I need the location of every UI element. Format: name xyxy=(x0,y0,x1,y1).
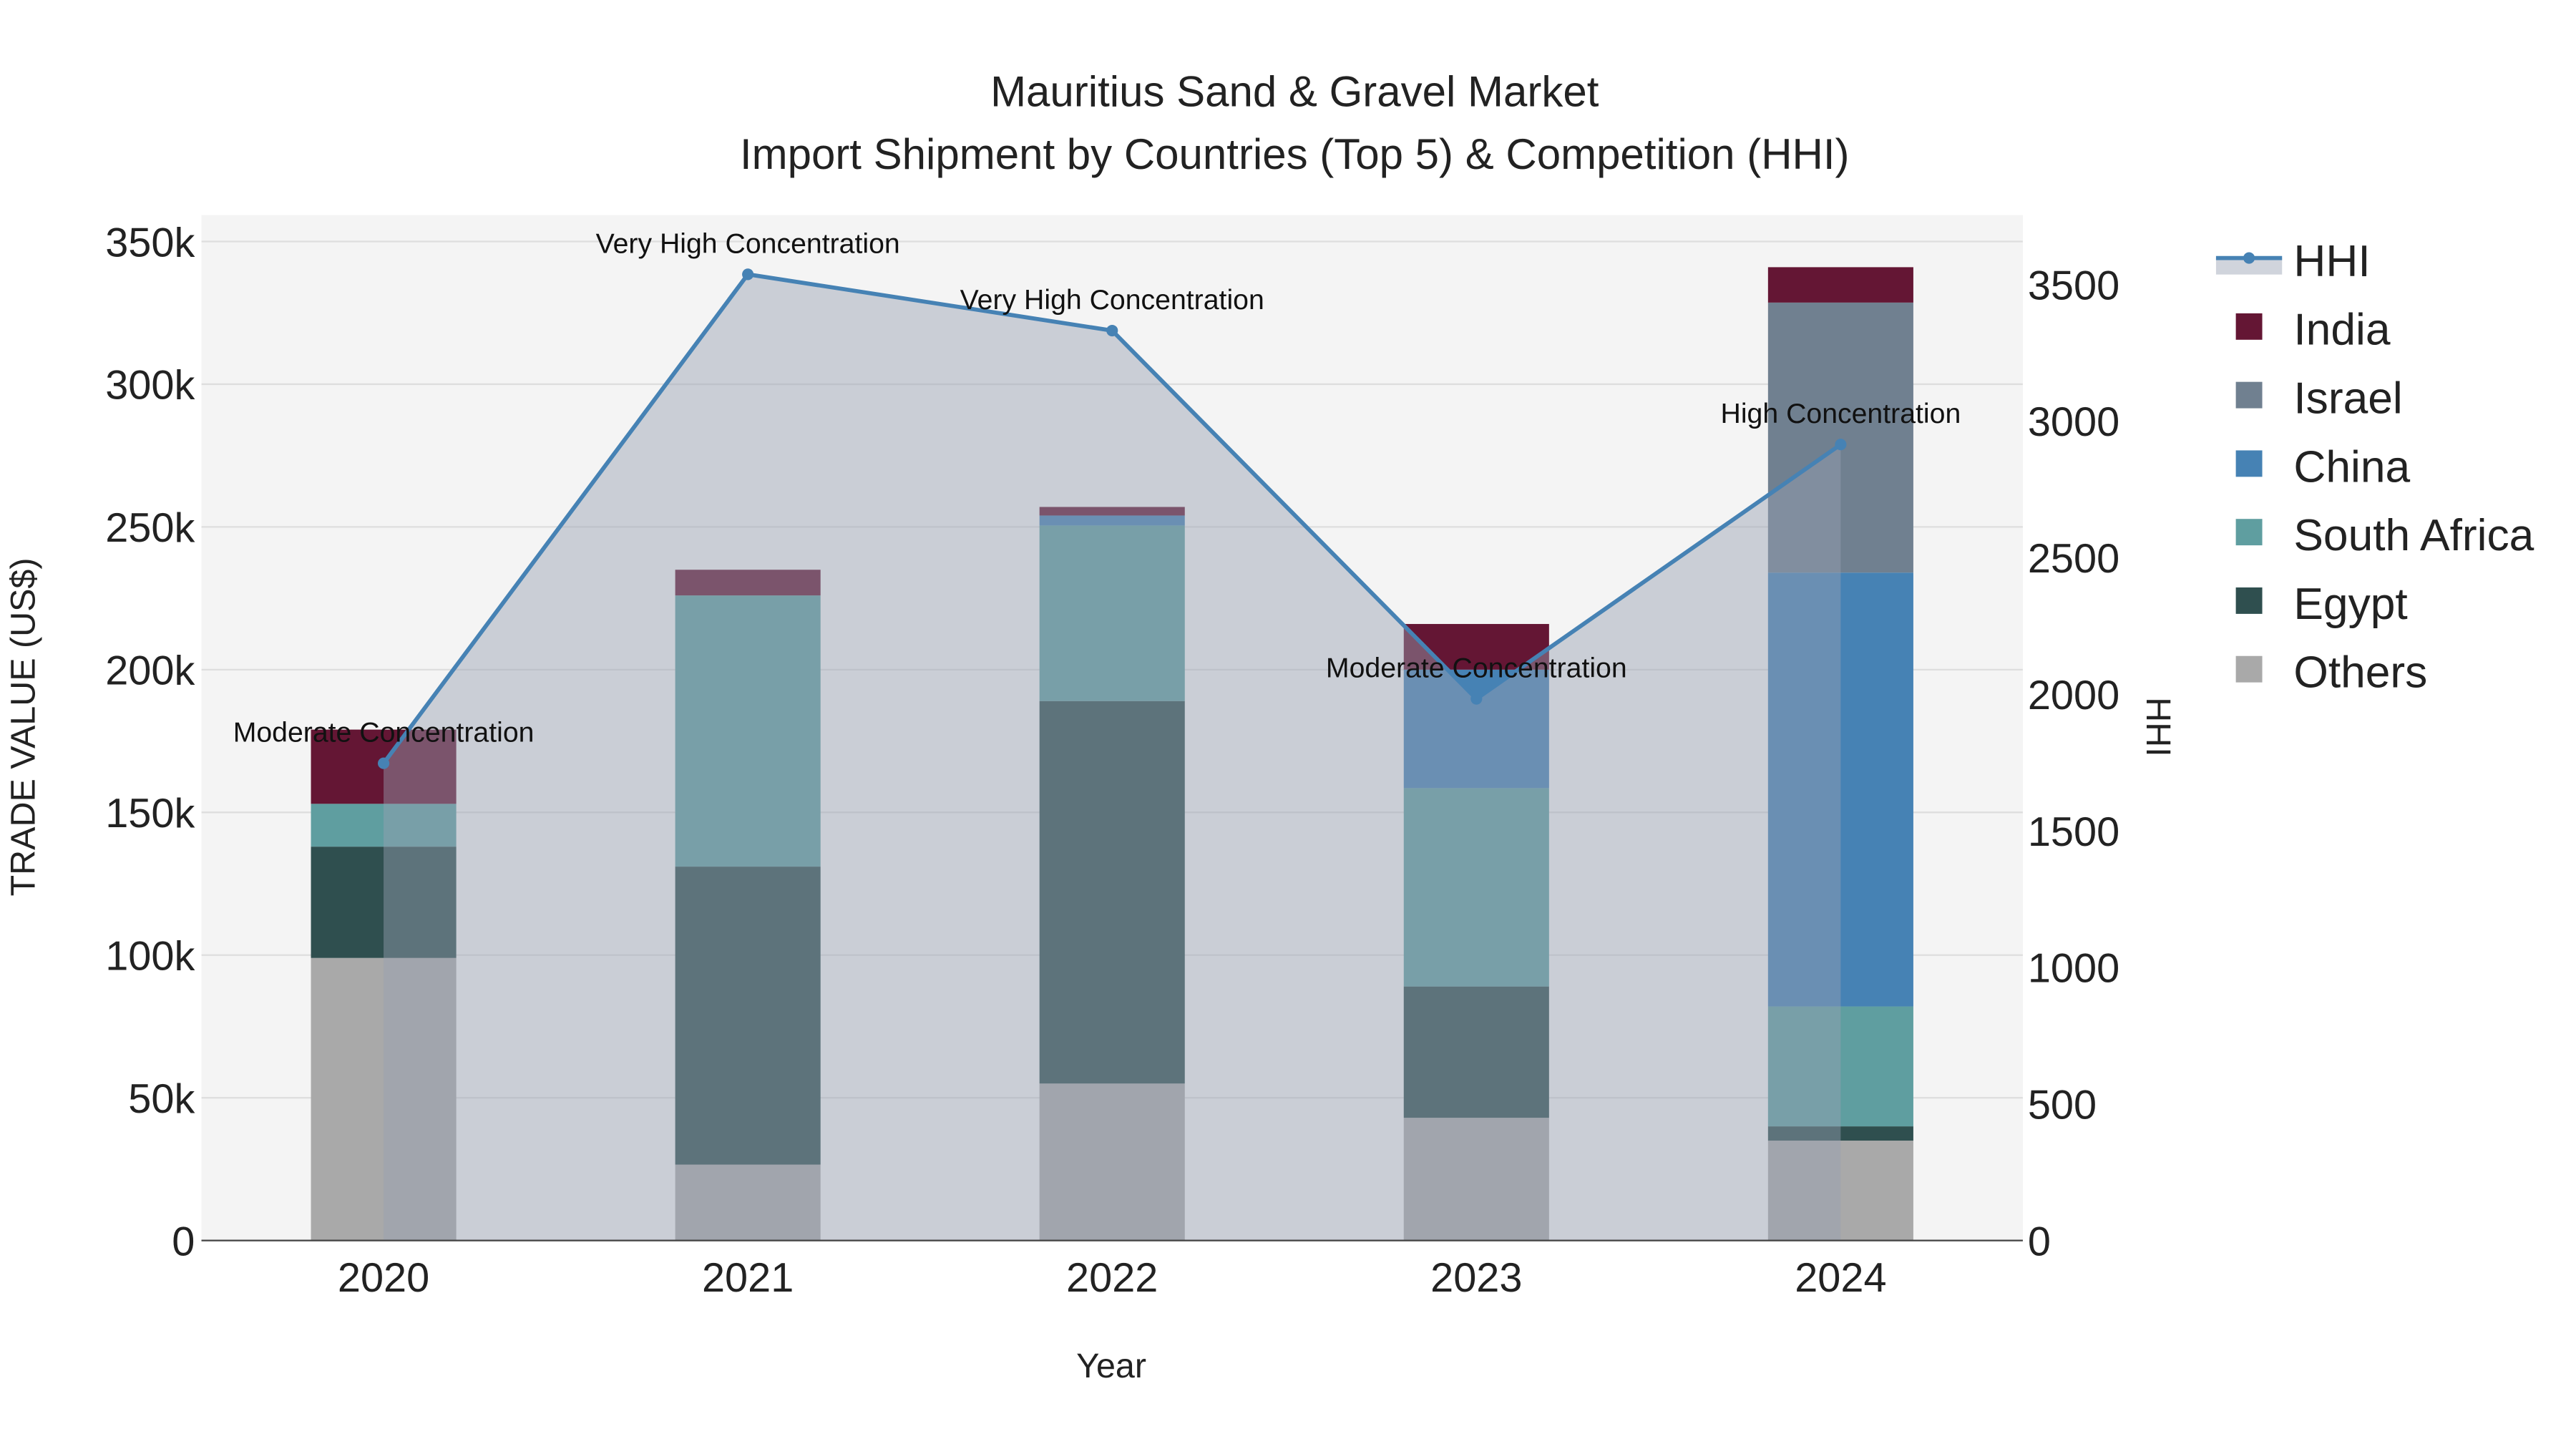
legend-label: India xyxy=(2293,306,2390,355)
y-tick-label: 200k xyxy=(105,648,195,694)
chart-title: Mauritius Sand & Gravel Market xyxy=(990,67,1599,115)
hhi-point xyxy=(1106,324,1118,337)
hhi-annotation: Moderate Concentration xyxy=(1326,653,1627,684)
hhi-point xyxy=(742,268,754,280)
legend-swatch xyxy=(2235,519,2263,546)
legend-swatch xyxy=(2235,587,2263,614)
y2-tick-label: 3500 xyxy=(2028,263,2119,308)
legend-label: China xyxy=(2293,442,2410,492)
legend-item-others[interactable]: Others xyxy=(2235,648,2428,698)
hhi-point xyxy=(1470,693,1483,705)
x-axis-title: Year xyxy=(1076,1347,1146,1385)
legend-swatch xyxy=(2235,655,2263,683)
hhi-annotation: Moderate Concentration xyxy=(233,717,535,748)
legend-swatch xyxy=(2235,313,2263,340)
y-axis-ticks: 0 50k 100k 150k 200k 250k 300k 350k xyxy=(105,220,195,1264)
y-tick-label: 50k xyxy=(128,1076,195,1122)
y2-tick-label: 0 xyxy=(2028,1219,2051,1264)
y2-tick-label: 1500 xyxy=(2028,809,2119,855)
legend-label: Egypt xyxy=(2293,580,2407,629)
legend-marker-icon xyxy=(2243,252,2255,264)
hhi-point xyxy=(378,757,390,769)
legend-label: South Africa xyxy=(2293,511,2534,560)
x-axis-ticks: 2020 2021 2022 2023 2024 xyxy=(338,1255,1887,1301)
y2-tick-label: 3000 xyxy=(2028,399,2119,445)
y-tick-label: 350k xyxy=(105,220,195,265)
y2-tick-label: 1000 xyxy=(2028,946,2119,992)
y-tick-label: 300k xyxy=(105,363,195,409)
y2-axis-title: HHI xyxy=(2139,697,2177,756)
legend-item-egypt[interactable]: Egypt xyxy=(2235,580,2408,629)
y-axis-title: TRADE VALUE (US$) xyxy=(4,557,42,896)
legend-item-china[interactable]: China xyxy=(2235,442,2411,492)
hhi-point xyxy=(1835,439,1847,451)
legend-item-israel[interactable]: Israel xyxy=(2235,374,2403,424)
legend-item-hhi[interactable]: HHI xyxy=(2215,237,2371,286)
legend-item-south-africa[interactable]: South Africa xyxy=(2235,511,2534,560)
y-tick-label: 100k xyxy=(105,934,195,980)
hhi-annotation: Very High Concentration xyxy=(596,228,900,259)
legend-swatch xyxy=(2235,450,2263,477)
chart-subtitle: Import Shipment by Countries (Top 5) & C… xyxy=(740,130,1850,178)
y-tick-label: 250k xyxy=(105,505,195,551)
chart: Moderate Concentration Very High Concentr… xyxy=(4,67,2534,1385)
y2-tick-label: 500 xyxy=(2028,1083,2097,1128)
x-tick-label: 2022 xyxy=(1066,1255,1158,1301)
x-tick-label: 2024 xyxy=(1795,1255,1886,1301)
bar-india xyxy=(1767,267,1913,303)
legend: HHI India Israel China South Africa Egypt Othe… xyxy=(2215,237,2534,698)
legend-label: Israel xyxy=(2293,374,2402,424)
y-tick-label: 0 xyxy=(172,1219,195,1264)
y-tick-label: 150k xyxy=(105,791,195,836)
legend-item-india[interactable]: India xyxy=(2235,306,2391,355)
y2-tick-label: 2000 xyxy=(2028,673,2119,718)
legend-label: HHI xyxy=(2293,237,2370,286)
x-tick-label: 2023 xyxy=(1430,1255,1522,1301)
legend-swatch xyxy=(2235,381,2263,409)
y2-axis-ticks: 0 500 1000 1500 2000 2500 3000 3500 xyxy=(2028,263,2119,1264)
x-tick-label: 2021 xyxy=(702,1255,794,1301)
y2-tick-label: 2500 xyxy=(2028,536,2119,582)
legend-label: Others xyxy=(2293,648,2427,698)
hhi-annotation: High Concentration xyxy=(1721,398,1961,429)
x-tick-label: 2020 xyxy=(338,1255,429,1301)
hhi-annotation: Very High Concentration xyxy=(960,284,1264,316)
